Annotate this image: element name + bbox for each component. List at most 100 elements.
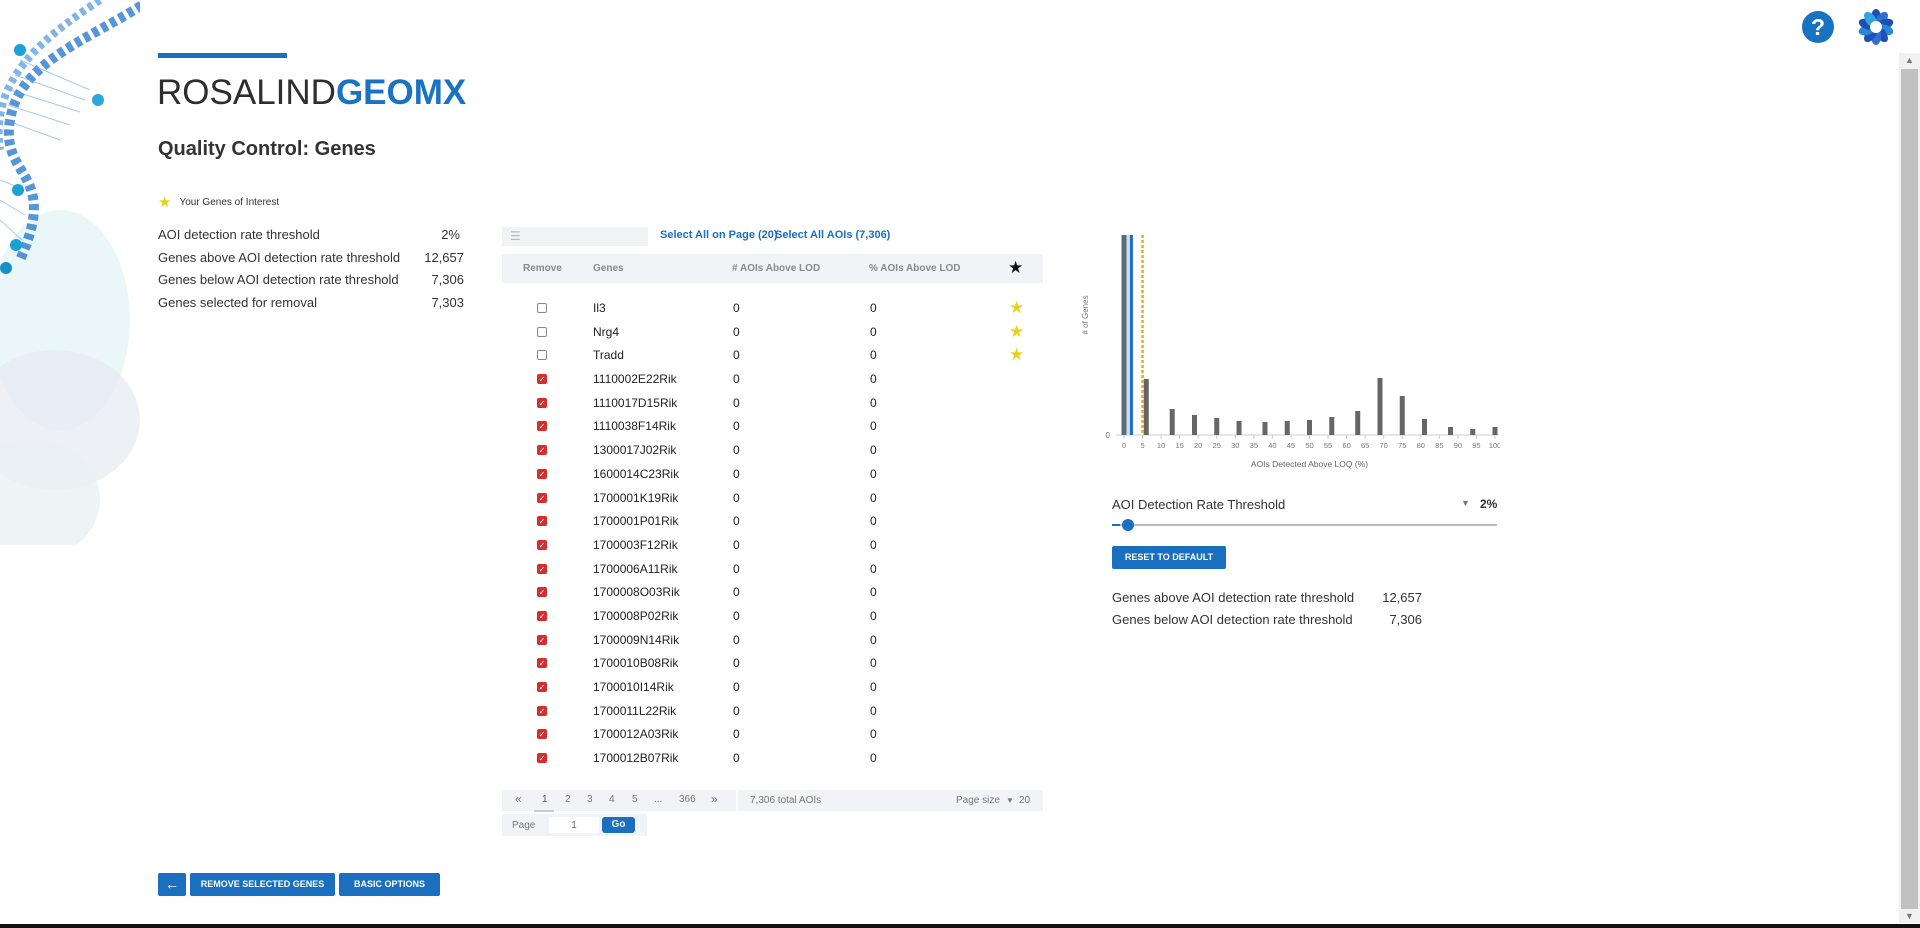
page-link[interactable]: 3 [587,794,593,805]
gene-name: 1700003F12Rik [593,537,678,552]
stat-row: Genes above AOI detection rate threshold… [158,248,464,271]
star-icon[interactable]: ★ [1009,322,1024,342]
histogram-bar [1492,427,1498,435]
x-tick-label: 95 [1472,441,1480,450]
column-header-count-above-lod[interactable]: # AOIs Above LOD [732,263,820,274]
select-all-aois-link[interactable]: Select All AOIs (7,306) [775,229,890,241]
star-icon[interactable]: ★ [1009,345,1024,365]
goto-page-label: Page [512,820,536,831]
aoi-count: 0 [733,632,740,647]
column-header-genes[interactable]: Genes [593,263,624,274]
aoi-percent: 0 [870,466,877,481]
help-icon[interactable]: ? [1802,11,1834,43]
filter-icon: ☰ [510,229,521,243]
aoi-count: 0 [733,608,740,623]
remove-checkbox[interactable]: ✓ [537,729,547,740]
remove-checkbox[interactable]: ✓ [537,539,547,550]
aoi-percent: 0 [870,608,877,623]
table-row: ✓ 1700008O03Rik 0 0 [502,581,1043,605]
page-title: Quality Control: Genes [158,138,376,160]
aoi-count: 0 [733,301,740,315]
table-row: ✓ 1700010I14Rik 0 0 [502,676,1043,700]
stat-row: AOI detection rate threshold 2% [158,225,464,248]
table-row: Tradd 0 0 ★ [502,344,1043,368]
gene-filter-input[interactable]: ☰ [502,227,648,246]
star-icon[interactable]: ★ [1009,298,1024,318]
remove-checkbox[interactable]: ✓ [537,421,547,432]
remove-checkbox[interactable]: ✓ [537,374,547,385]
remove-checkbox[interactable]: ✓ [537,634,547,645]
remove-selected-genes-button[interactable]: REMOVE SELECTED GENES [190,873,335,896]
table-row: Il3 0 0 ★ [502,297,1043,321]
threshold-slider-thumb[interactable] [1121,519,1134,531]
stat-value: 7,306 [1389,612,1422,627]
table-row: ✓ 1600014C23Rik 0 0 [502,463,1043,487]
aoi-count: 0 [733,443,740,458]
remove-checkbox[interactable]: ✓ [537,753,547,764]
stat-row: Genes below AOI detection rate threshold… [158,270,464,293]
stat-row: Genes selected for removal 7,303 [158,293,464,316]
stat-label: Genes below AOI detection rate threshold [158,272,399,287]
remove-checkbox[interactable]: ✓ [537,682,547,692]
page-size-dropdown-icon[interactable]: ▼ [1006,796,1014,805]
remove-checkbox[interactable] [537,350,547,361]
remove-checkbox[interactable] [537,303,547,313]
threshold-slider-track[interactable] [1112,524,1497,526]
remove-checkbox[interactable]: ✓ [537,610,547,621]
aoi-percent: 0 [870,490,877,505]
page-link[interactable]: 4 [609,794,615,805]
table-row: ✓ 1700012A03Rik 0 0 [502,723,1043,747]
histogram-bar [1355,411,1361,435]
page-link[interactable]: 2 [565,794,571,805]
back-button[interactable]: ← [158,873,186,896]
last-page-button[interactable]: » [711,792,718,806]
remove-checkbox[interactable]: ✓ [537,445,547,456]
x-tick-label: 20 [1194,441,1202,450]
column-header-pct-above-lod[interactable]: % AOIs Above LOD [869,263,961,274]
aoi-count: 0 [733,395,740,410]
page-size-value[interactable]: 20 [1019,795,1030,806]
basic-options-button[interactable]: BASIC OPTIONS [339,873,440,896]
scroll-up-arrow-icon[interactable]: ▲ [1899,53,1920,67]
remove-checkbox[interactable]: ✓ [537,658,547,669]
legend-label: Your Genes of Interest [179,196,280,208]
scroll-down-arrow-icon[interactable]: ▼ [1899,909,1920,923]
aoi-percent: 0 [870,348,877,363]
reset-to-default-button[interactable]: RESET TO DEFAULT [1112,546,1226,569]
remove-checkbox[interactable]: ✓ [537,705,547,716]
gene-name: 1600014C23Rik [593,466,680,481]
page-link[interactable]: 366 [679,794,696,805]
remove-checkbox[interactable]: ✓ [537,492,547,503]
select-all-on-page-link[interactable]: Select All on Page (20) [660,229,778,241]
histogram-bar [1191,415,1197,435]
remove-checkbox[interactable]: ✓ [537,516,547,527]
remove-checkbox[interactable] [537,326,547,337]
aoi-percent: 0 [870,632,877,647]
remove-checkbox[interactable]: ✓ [537,563,547,574]
histogram-svg: # of Genes 0 0 5 10 15 20 25 30 35 40 45 50 55 60 65 70 7… [1081,235,1501,469]
page-link[interactable]: 1 [542,794,548,805]
x-tick-label: 15 [1175,441,1183,450]
page-link[interactable]: 5 [632,794,638,805]
scrollbar-thumb[interactable] [1901,69,1918,909]
remove-checkbox[interactable]: ✓ [537,468,547,479]
total-aois: 7,306 total AOIs [750,795,822,806]
goto-page-input[interactable] [549,817,599,833]
aoi-percent: 0 [870,372,877,387]
first-page-button[interactable]: « [515,792,522,806]
table-row: ✓ 1700009N14Rik 0 0 [502,629,1043,653]
x-tick-label: 90 [1454,441,1462,450]
table-row: ✓ 1700003F12Rik 0 0 [502,534,1043,558]
stat-label: Genes above AOI detection rate threshold [158,249,401,265]
brand-part-1: ROSALIND [157,73,336,112]
remove-checkbox[interactable]: ✓ [537,587,547,598]
histogram-bar [1377,378,1383,435]
remove-checkbox[interactable]: ✓ [537,397,547,408]
threshold-dropdown-icon[interactable]: ▼ [1461,498,1470,508]
vertical-scrollbar[interactable]: ▲ ▼ [1899,53,1920,923]
stat-value: 7,306 [431,272,464,287]
column-header-remove[interactable]: Remove [523,263,562,274]
rosalind-logo-icon[interactable] [1858,9,1894,45]
go-button[interactable]: Go [602,817,635,833]
column-header-star-icon[interactable]: ★ [1008,258,1023,278]
